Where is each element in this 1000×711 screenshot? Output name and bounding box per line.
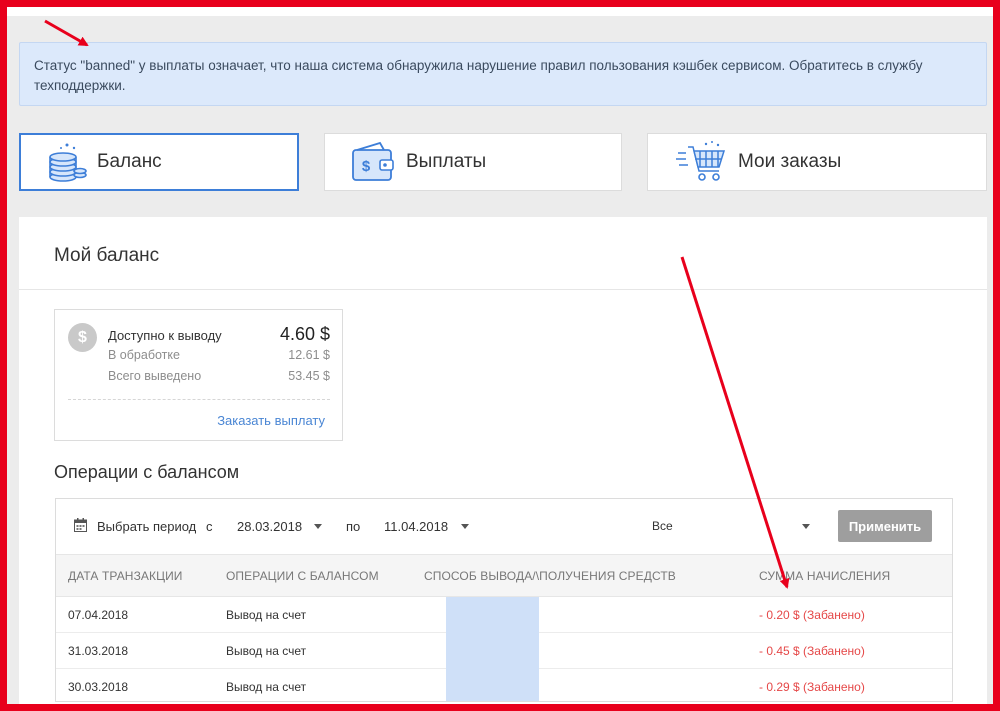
column-method[interactable]: СПОСОБ ВЫВОДА/\ПОЛУЧЕНИЯ СРЕДСТВ bbox=[424, 569, 676, 583]
processing-row: В обработке 12.61 $ bbox=[108, 348, 330, 362]
divider bbox=[19, 289, 987, 290]
from-label: с bbox=[206, 519, 213, 534]
page-title: Мой баланс bbox=[54, 245, 160, 266]
column-date[interactable]: ДАТА ТРАНЗАКЦИИ bbox=[68, 569, 183, 583]
tab-payouts[interactable]: $ Выплаты bbox=[324, 133, 622, 191]
row-amount: - 0.45 $ (Забанено) bbox=[759, 644, 865, 658]
withdrawn-value: 53.45 $ bbox=[288, 369, 330, 383]
row-operation: Вывод на счет bbox=[226, 608, 307, 622]
row-date: 30.03.2018 bbox=[68, 680, 129, 694]
screenshot-frame: Статус "banned" у выплаты означает, что … bbox=[0, 0, 1000, 711]
wallet-icon: $ bbox=[350, 140, 396, 184]
operations-title: Операции с балансом bbox=[54, 462, 240, 482]
tab-balance[interactable]: Баланс bbox=[19, 133, 299, 191]
column-amount[interactable]: СУММА НАЧИСЛЕНИЯ bbox=[759, 569, 890, 583]
from-date-chevron-down-icon[interactable] bbox=[314, 524, 322, 529]
order-payout-link[interactable]: Заказать выплату bbox=[217, 413, 325, 428]
to-date-select[interactable]: 11.04.2018 bbox=[384, 519, 448, 534]
tab-my-orders[interactable]: Мои заказы bbox=[647, 133, 987, 191]
processing-value: 12.61 $ bbox=[288, 348, 330, 362]
row-date: 31.03.2018 bbox=[68, 644, 129, 658]
svg-text:$: $ bbox=[362, 158, 371, 175]
notice-text: Статус "banned" у выплаты означает, что … bbox=[34, 58, 923, 93]
row-date: 07.04.2018 bbox=[68, 608, 129, 622]
row-amount: - 0.29 $ (Забанено) bbox=[759, 680, 865, 694]
row-operation: Вывод на счет bbox=[226, 644, 307, 658]
operation-type-select[interactable]: Все bbox=[652, 519, 673, 533]
to-label: по bbox=[346, 519, 361, 534]
from-date-select[interactable]: 28.03.2018 bbox=[237, 519, 302, 534]
balance-card: $ Доступно к выводу 4.60 $ В обработке 1… bbox=[54, 309, 343, 441]
card-divider bbox=[68, 399, 330, 400]
withdrawn-row: Всего выведено 53.45 $ bbox=[108, 369, 330, 383]
available-row: Доступно к выводу 4.60 $ bbox=[108, 324, 330, 345]
withdrawn-label: Всего выведено bbox=[108, 369, 202, 383]
banned-status-notice: Статус "banned" у выплаты означает, что … bbox=[19, 42, 987, 106]
apply-button[interactable]: Применить bbox=[838, 510, 932, 542]
type-chevron-down-icon[interactable] bbox=[802, 524, 810, 529]
select-period-label[interactable]: Выбрать период bbox=[97, 519, 196, 534]
row-amount: - 0.20 $ (Забанено) bbox=[759, 608, 865, 622]
balance-panel: Мой баланс $ Доступно к выводу 4.60 $ В … bbox=[19, 217, 987, 704]
row-operation: Вывод на счет bbox=[226, 680, 307, 694]
table-header: ДАТА ТРАНЗАКЦИИ ОПЕРАЦИИ С БАЛАНСОМ СПОС… bbox=[56, 554, 952, 597]
coins-stack-icon bbox=[47, 139, 87, 185]
processing-label: В обработке bbox=[108, 348, 180, 362]
shopping-cart-icon bbox=[676, 139, 728, 185]
calendar-icon[interactable] bbox=[74, 518, 87, 537]
redacted-method-block bbox=[446, 597, 539, 701]
available-label: Доступно к выводу bbox=[108, 328, 222, 343]
tab-payouts-label: Выплаты bbox=[406, 151, 487, 172]
to-date-chevron-down-icon[interactable] bbox=[461, 524, 469, 529]
filter-bar: Выбрать период с 28.03.2018 по 11.04.201… bbox=[56, 499, 952, 554]
column-operation[interactable]: ОПЕРАЦИИ С БАЛАНСОМ bbox=[226, 569, 379, 583]
dollar-coin-icon: $ bbox=[68, 323, 97, 352]
operations-table: Выбрать период с 28.03.2018 по 11.04.201… bbox=[55, 498, 953, 702]
top-bar bbox=[7, 7, 993, 16]
available-value: 4.60 $ bbox=[279, 324, 330, 344]
tab-balance-label: Баланс bbox=[97, 151, 162, 172]
tab-my-orders-label: Мои заказы bbox=[738, 151, 842, 172]
